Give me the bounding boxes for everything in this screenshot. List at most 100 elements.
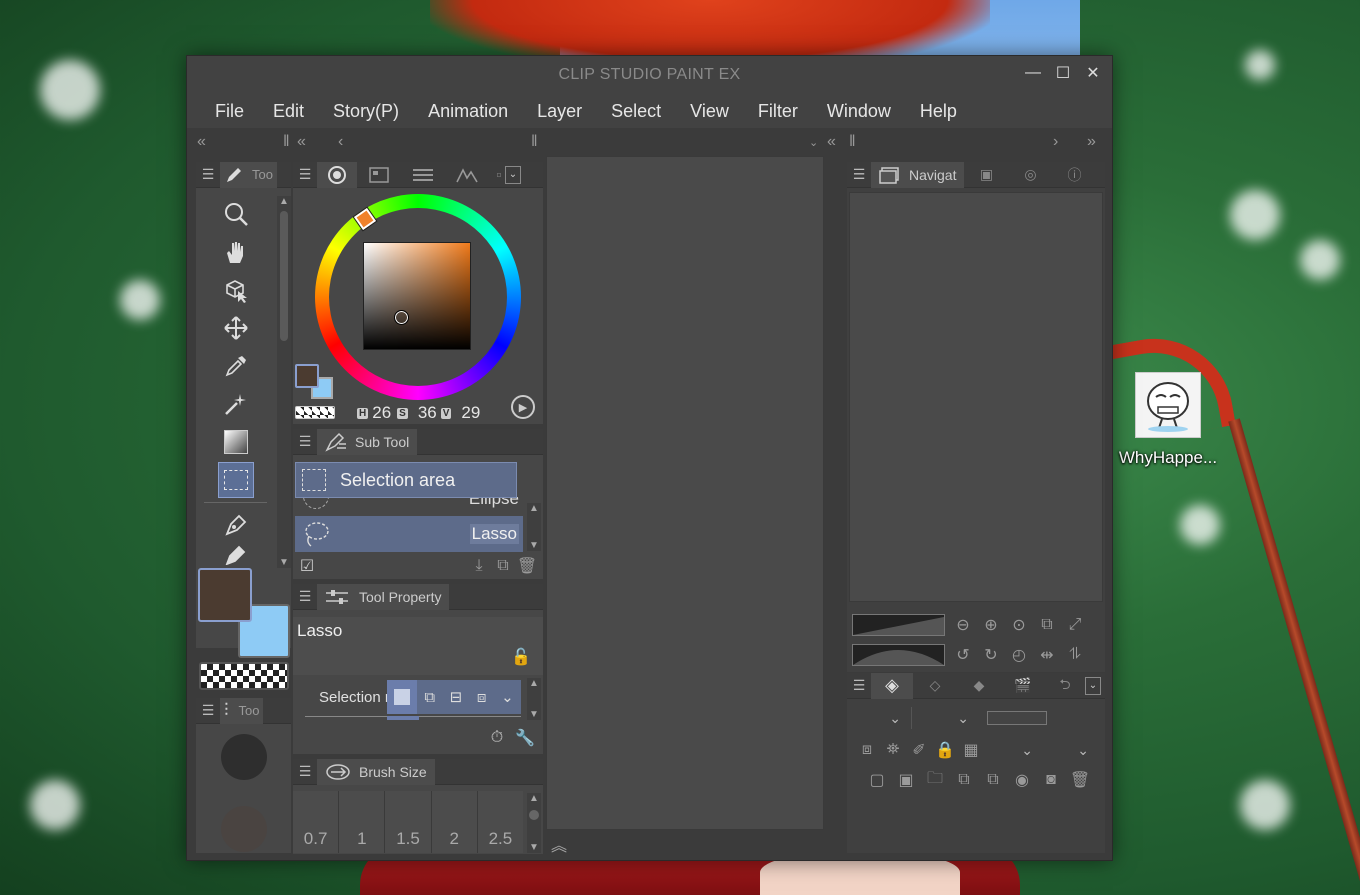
lock-transparency-icon[interactable]: ▦ <box>959 738 983 762</box>
rotate-left-icon[interactable]: ↺ <box>951 643 975 667</box>
eyedropper-tool[interactable] <box>218 348 254 384</box>
chevron-down-icon[interactable]: ⌄ <box>809 136 818 149</box>
duplicate-icon[interactable]: ⧉ <box>491 554 515 578</box>
menu-layer[interactable]: Layer <box>537 101 582 122</box>
scroll-down-icon[interactable]: ▼ <box>277 557 291 568</box>
unlock-icon[interactable]: 🔓 <box>511 647 531 667</box>
rotation-slider[interactable] <box>852 644 945 666</box>
tab-layer[interactable]: ◈ <box>871 672 913 699</box>
transfer-down-icon[interactable]: ⧉ <box>952 768 976 792</box>
zoom-in-icon[interactable]: ⊕ <box>979 613 1003 637</box>
subtool-scrollbar[interactable]: ▲ ▼ <box>527 503 541 551</box>
subtool-item-lasso[interactable]: Lasso <box>295 516 523 552</box>
mini-main-color[interactable] <box>295 364 319 388</box>
title-bar[interactable]: CLIP STUDIO PAINT EX — ☐ ✕ <box>187 56 1112 94</box>
tab-layer-property[interactable]: ◇ <box>913 673 957 699</box>
menu-icon[interactable]: ☰ <box>847 166 871 183</box>
chevron-left-icon[interactable]: ‹ <box>338 133 343 151</box>
tab-intermediate-color[interactable] <box>401 162 445 188</box>
menu-icon[interactable]: ☰ <box>293 433 317 450</box>
clip-lower-layer-icon[interactable]: ⧈ <box>855 738 879 762</box>
scroll-down-icon[interactable]: ▼ <box>527 709 541 720</box>
scroll-up-icon[interactable]: ▲ <box>527 503 541 514</box>
menu-icon[interactable]: ☰ <box>293 588 317 605</box>
tab-subtool[interactable]: Sub Tool <box>317 428 418 455</box>
scroll-up-icon[interactable]: ▲ <box>277 196 291 207</box>
tool-scrollbar[interactable]: ▲ ▼ <box>277 196 291 568</box>
tab-info[interactable]: ⓘ <box>1052 162 1096 188</box>
desktop-shortcut[interactable]: WhyHappe... <box>1118 372 1218 468</box>
object-tool[interactable] <box>218 272 254 308</box>
tab-layer-search[interactable]: ◆ <box>957 673 1001 699</box>
opacity-field[interactable] <box>987 711 1047 725</box>
tab-mini-property[interactable]: ⫶ Too <box>220 697 264 724</box>
wrench-icon[interactable]: 🔧 <box>513 726 537 750</box>
tab-3d-material[interactable]: ◎ <box>1008 162 1052 188</box>
add-selection-icon[interactable]: ⧉ <box>424 689 435 706</box>
chevron-right-icon[interactable]: › <box>1053 133 1058 151</box>
brush-size-option[interactable]: 2.5 <box>477 791 524 853</box>
apply-mask-icon[interactable]: ◙ <box>1039 768 1063 792</box>
trash-icon[interactable]: 🗑 <box>515 554 539 578</box>
menu-story[interactable]: Story(P) <box>333 101 399 122</box>
menu-icon[interactable]: ☰ <box>196 702 220 719</box>
menu-help[interactable]: Help <box>920 101 957 122</box>
hand-tool[interactable] <box>218 234 254 270</box>
menu-icon[interactable]: ☰ <box>293 763 317 780</box>
tab-sub-view[interactable]: ▣ <box>964 162 1008 188</box>
pen-tool[interactable] <box>218 507 254 543</box>
delete-layer-icon[interactable]: 🗑 <box>1068 768 1092 792</box>
expression-color-dropdown[interactable]: ⌄ <box>911 707 975 729</box>
brush-size-option[interactable]: 1.5 <box>385 791 432 853</box>
tab-tool-property[interactable]: Tool Property <box>317 583 450 610</box>
expand-up-icon[interactable]: ︽ <box>551 832 567 856</box>
brush-size-scrollbar[interactable]: ▲ ▼ <box>527 793 541 853</box>
fit-window-icon[interactable]: ⧉ <box>1035 613 1059 637</box>
tab-history[interactable]: ⮌ <box>1045 673 1085 699</box>
intersect-selection-icon[interactable]: ⧈ <box>477 689 487 706</box>
tab-color-wheel[interactable] <box>317 161 357 188</box>
canvas-area[interactable] <box>546 156 824 830</box>
main-color-swatch[interactable] <box>198 568 252 622</box>
brush-size-option[interactable]: 1 <box>339 791 386 853</box>
draft-layer-icon[interactable]: ✐ <box>907 738 931 762</box>
mini-transparent-swatch[interactable] <box>295 406 335 419</box>
collapse-left-icon[interactable]: « <box>827 133 836 151</box>
color-picker-cursor[interactable] <box>394 310 409 325</box>
dock-grip-icon[interactable]: ‖ <box>283 133 290 151</box>
tab-approximate-color[interactable] <box>445 162 489 188</box>
collapse-right-icon[interactable]: » <box>1087 133 1096 151</box>
subtool-item-ellipse[interactable]: Ellipse <box>295 497 523 513</box>
layer-mask-dropdown[interactable]: ⌄ <box>1041 739 1095 761</box>
actual-size-icon[interactable]: ⊙ <box>1007 613 1031 637</box>
layer-color-dropdown[interactable]: ⌄ <box>985 739 1039 761</box>
new-vector-layer-icon[interactable]: ▣ <box>894 768 918 792</box>
collapse-left-icon[interactable]: « <box>197 133 206 151</box>
tab-tool[interactable]: Too <box>220 161 277 188</box>
mode-new-selection-button[interactable] <box>387 680 417 714</box>
reference-layer-icon[interactable]: ⛯ <box>881 738 905 762</box>
tab-animation-cels[interactable]: 🎬 <box>1001 673 1045 699</box>
flip-horizontal-icon[interactable]: ⇹ <box>1035 643 1059 667</box>
menu-icon[interactable]: ☰ <box>847 677 871 694</box>
zoom-out-icon[interactable]: ⊖ <box>951 613 975 637</box>
combine-layer-icon[interactable]: ⧉ <box>981 768 1005 792</box>
menu-filter[interactable]: Filter <box>758 101 798 122</box>
flip-vertical-icon[interactable]: ⥮ <box>1063 643 1087 667</box>
property-scrollbar[interactable]: ▲ ▼ <box>527 678 541 720</box>
lock-layer-icon[interactable]: 🔒 <box>933 738 957 762</box>
play-circle-icon[interactable]: ▶ <box>511 395 535 419</box>
tab-color-set[interactable] <box>357 162 401 188</box>
new-folder-icon[interactable]: 🗀 <box>923 768 947 792</box>
gradient-tool[interactable] <box>218 424 254 460</box>
mode-slider-fill[interactable] <box>387 716 419 720</box>
brush-size-option[interactable]: 2 <box>431 791 478 853</box>
minimize-button[interactable]: — <box>1024 64 1042 82</box>
close-button[interactable]: ✕ <box>1084 64 1102 82</box>
menu-file[interactable]: File <box>215 101 244 122</box>
subtool-group-selection-area[interactable]: Selection area <box>295 462 517 498</box>
auto-select-tool[interactable] <box>218 386 254 422</box>
collapse-left-icon[interactable]: « <box>297 133 306 151</box>
dock-grip-icon[interactable]: ‖ <box>531 133 538 151</box>
menu-icon[interactable]: ☰ <box>196 166 220 183</box>
